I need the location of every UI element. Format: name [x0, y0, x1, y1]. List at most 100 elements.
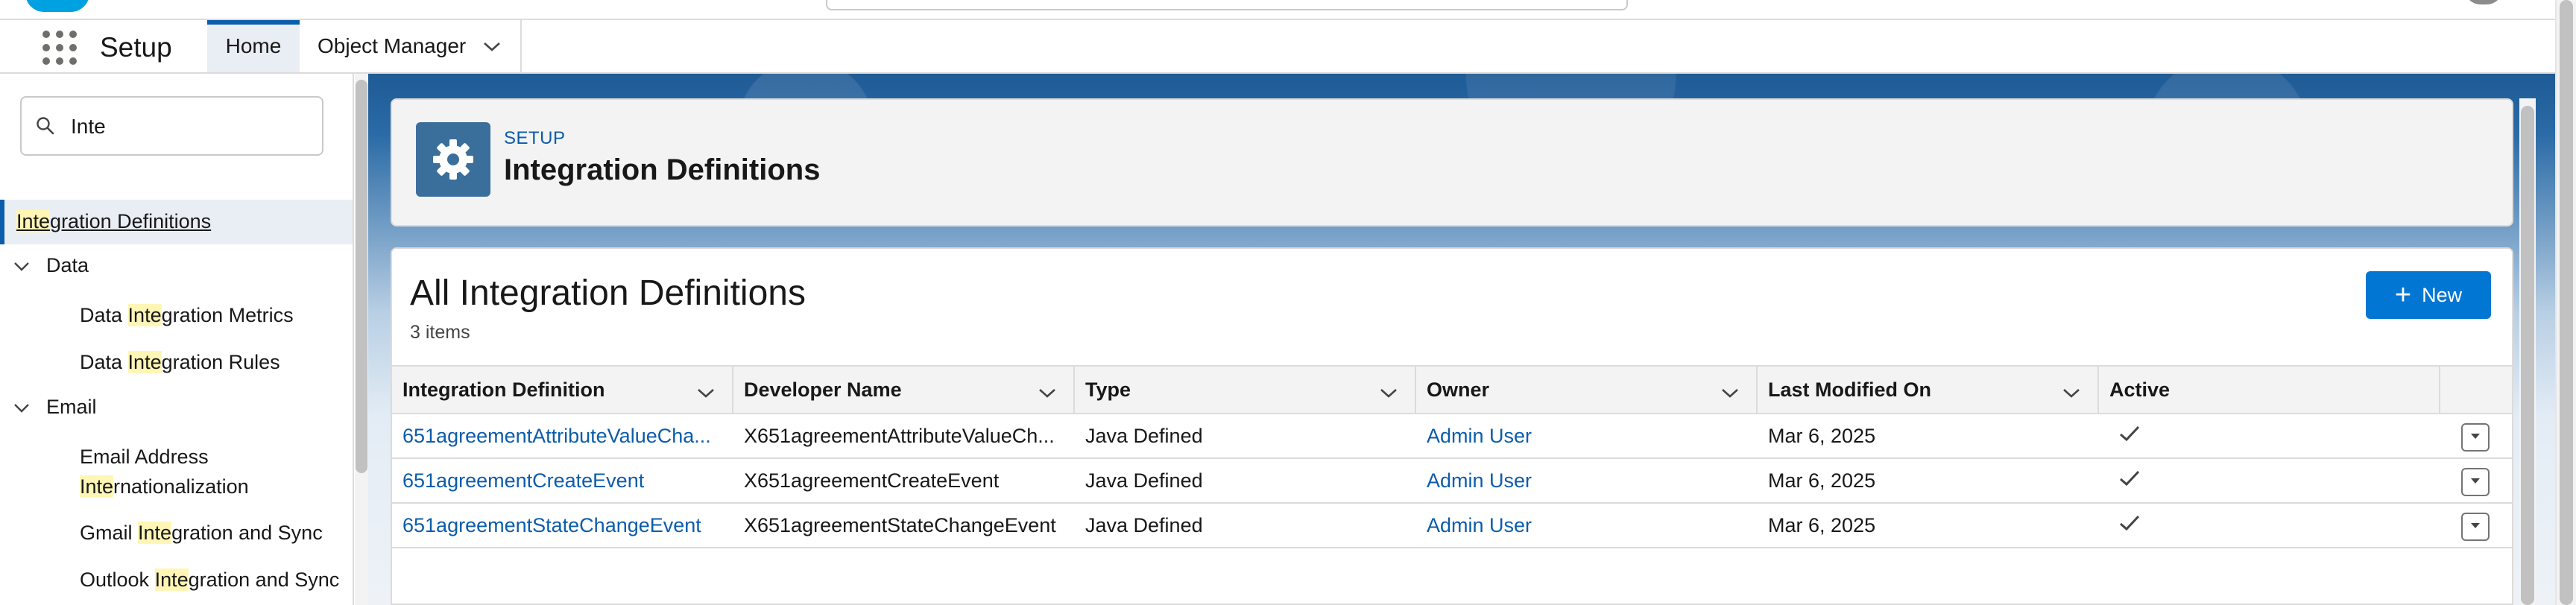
tab-home[interactable]: Home	[207, 20, 300, 72]
search-icon	[35, 115, 56, 140]
item-rest: gration Metrics	[161, 304, 294, 326]
cell-type: Java Defined	[1085, 513, 1203, 536]
global-search-input[interactable]	[826, 0, 1628, 10]
cell-integration-definition: 651agreementStateChangeEvent	[392, 504, 723, 547]
column-header-active[interactable]: Active	[2099, 367, 2440, 413]
search-highlight: Inte	[16, 210, 51, 232]
quick-find-input[interactable]	[69, 108, 311, 145]
new-button[interactable]: + New	[2366, 271, 2491, 319]
chevron-down-icon[interactable]	[696, 381, 716, 405]
search-highlight: Inte	[127, 351, 162, 373]
cell-owner: Admin User	[1416, 459, 1747, 502]
search-highlight: Inte	[127, 304, 162, 326]
tab-home-label: Home	[225, 34, 282, 57]
app-name: Setup	[100, 32, 172, 63]
sidebar-item-outlook-integration-and-sync[interactable]: Outlook Integration and Sync	[80, 565, 339, 595]
breadcrumb[interactable]: SETUP	[504, 128, 566, 149]
item-count: 3 items	[410, 322, 470, 343]
window-scrollbar-thumb[interactable]	[2560, 0, 2573, 605]
item-prefix: Gmail	[80, 522, 139, 544]
chevron-down-icon[interactable]	[1038, 381, 1057, 405]
tab-object-manager-label: Object Manager	[318, 34, 467, 57]
setup-sidebar: Integration Definitions Data Data Integr…	[0, 74, 354, 605]
table-header: Integration Definition Developer Name Ty…	[392, 365, 2512, 414]
list-title: All Integration Definitions	[410, 273, 806, 313]
sidebar-item-integration-definitions[interactable]: Integration Definitions	[0, 200, 353, 244]
column-header-last-modified-on[interactable]: Last Modified On	[1758, 367, 2099, 413]
app-launcher-icon[interactable]	[42, 30, 77, 65]
chevron-down-icon[interactable]	[2062, 381, 2081, 405]
column-header-label: Integration Definition	[402, 378, 605, 401]
search-highlight: Inte	[154, 568, 189, 591]
checkmark-icon	[2118, 469, 2141, 492]
column-header-integration-definition[interactable]: Integration Definition	[392, 367, 733, 413]
item-prefix: Data	[80, 304, 128, 326]
table-row: 651agreementStateChangeEvent X651agreeme…	[392, 504, 2512, 548]
owner-link[interactable]: Admin User	[1427, 469, 1532, 492]
sidebar-scrollbar[interactable]	[355, 74, 368, 605]
cell-active	[2099, 459, 2430, 502]
record-link[interactable]: 651agreementAttributeValueCha...	[402, 425, 711, 448]
window-scrollbar[interactable]	[2555, 0, 2576, 605]
chevron-down-icon[interactable]	[1720, 381, 1740, 405]
item-rest: gration and Sync	[171, 522, 323, 544]
new-button-label: New	[2422, 283, 2463, 306]
sidebar-group-label: Email	[46, 396, 97, 418]
page-title: Integration Definitions	[504, 153, 821, 186]
cell-active	[2099, 414, 2430, 457]
owner-link[interactable]: Admin User	[1427, 514, 1532, 537]
cell-owner: Admin User	[1416, 504, 1747, 547]
quick-find-box[interactable]	[20, 96, 323, 156]
row-actions-menu[interactable]	[2461, 513, 2490, 541]
main-scrollbar[interactable]	[2519, 98, 2536, 605]
page-header: SETUP Integration Definitions	[391, 98, 2513, 227]
list-view-card: All Integration Definitions 3 items + Ne…	[391, 247, 2513, 605]
sidebar-group-email[interactable]: Email	[13, 396, 97, 419]
cell-integration-definition: 651agreementCreateEvent	[392, 459, 723, 502]
sidebar-scrollbar-thumb[interactable]	[356, 80, 367, 473]
sidebar-item-label-rest: gration Definitions	[50, 210, 212, 232]
column-header-label: Developer Name	[744, 378, 902, 401]
sidebar-item-email-address-internationalization[interactable]: Email Address Internationalization	[80, 442, 249, 501]
column-header-developer-name[interactable]: Developer Name	[733, 367, 1075, 413]
salesforce-logo[interactable]	[25, 0, 89, 12]
item-rest: rnationalization	[113, 475, 249, 498]
cell-integration-definition: 651agreementAttributeValueCha...	[392, 414, 723, 457]
cell-developer-name: X651agreementStateChangeEvent	[744, 513, 1056, 536]
record-link[interactable]: 651agreementStateChangeEvent	[402, 514, 701, 537]
column-header-label: Active	[2109, 378, 2171, 401]
main-scrollbar-thumb[interactable]	[2521, 106, 2534, 605]
app-nav-bar: Setup Home Object Manager	[0, 20, 2576, 74]
cell-type: Java Defined	[1085, 424, 1203, 447]
tab-object-manager[interactable]: Object Manager	[301, 20, 522, 72]
user-avatar[interactable]	[2464, 0, 2503, 4]
owner-link[interactable]: Admin User	[1427, 425, 1532, 448]
sidebar-item-data-integration-metrics[interactable]: Data Integration Metrics	[80, 300, 294, 330]
sidebar-item-data-integration-rules[interactable]: Data Integration Rules	[80, 347, 280, 377]
chevron-down-icon[interactable]	[1379, 381, 1398, 405]
sidebar-item-label: Integration Definitions	[16, 210, 211, 233]
item-prefix: Data	[80, 351, 128, 373]
row-actions-menu[interactable]	[2461, 423, 2490, 452]
chevron-down-icon	[13, 254, 31, 277]
plus-icon: +	[2394, 279, 2412, 311]
chevron-down-icon	[2469, 431, 2481, 444]
chevron-down-icon	[13, 396, 31, 419]
item-prefix: Outlook	[80, 568, 155, 591]
chevron-down-icon[interactable]	[482, 34, 502, 58]
item-rest: gration and Sync	[188, 568, 340, 591]
sidebar-item-gmail-integration-and-sync[interactable]: Gmail Integration and Sync	[80, 518, 323, 548]
record-link[interactable]: 651agreementCreateEvent	[402, 469, 644, 492]
column-header-type[interactable]: Type	[1075, 367, 1416, 413]
gear-icon	[416, 122, 490, 197]
global-header	[0, 0, 2576, 20]
column-header-owner[interactable]: Owner	[1416, 367, 1758, 413]
table-row: 651agreementCreateEvent X651agreementCre…	[392, 459, 2512, 504]
column-header-actions	[2440, 367, 2512, 413]
sidebar-group-data[interactable]: Data	[13, 254, 89, 277]
cell-last-modified-on: Mar 6, 2025	[1768, 469, 1876, 492]
search-highlight: Inte	[80, 475, 114, 498]
cell-active	[2099, 504, 2430, 547]
checkmark-icon	[2118, 514, 2141, 537]
row-actions-menu[interactable]	[2461, 468, 2490, 496]
